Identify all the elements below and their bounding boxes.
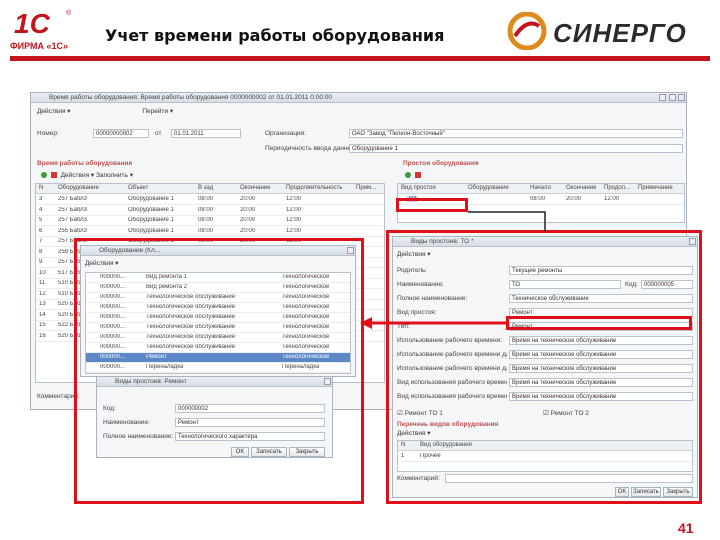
page-number: 41: [678, 520, 694, 536]
connector-arrows: [360, 211, 546, 329]
